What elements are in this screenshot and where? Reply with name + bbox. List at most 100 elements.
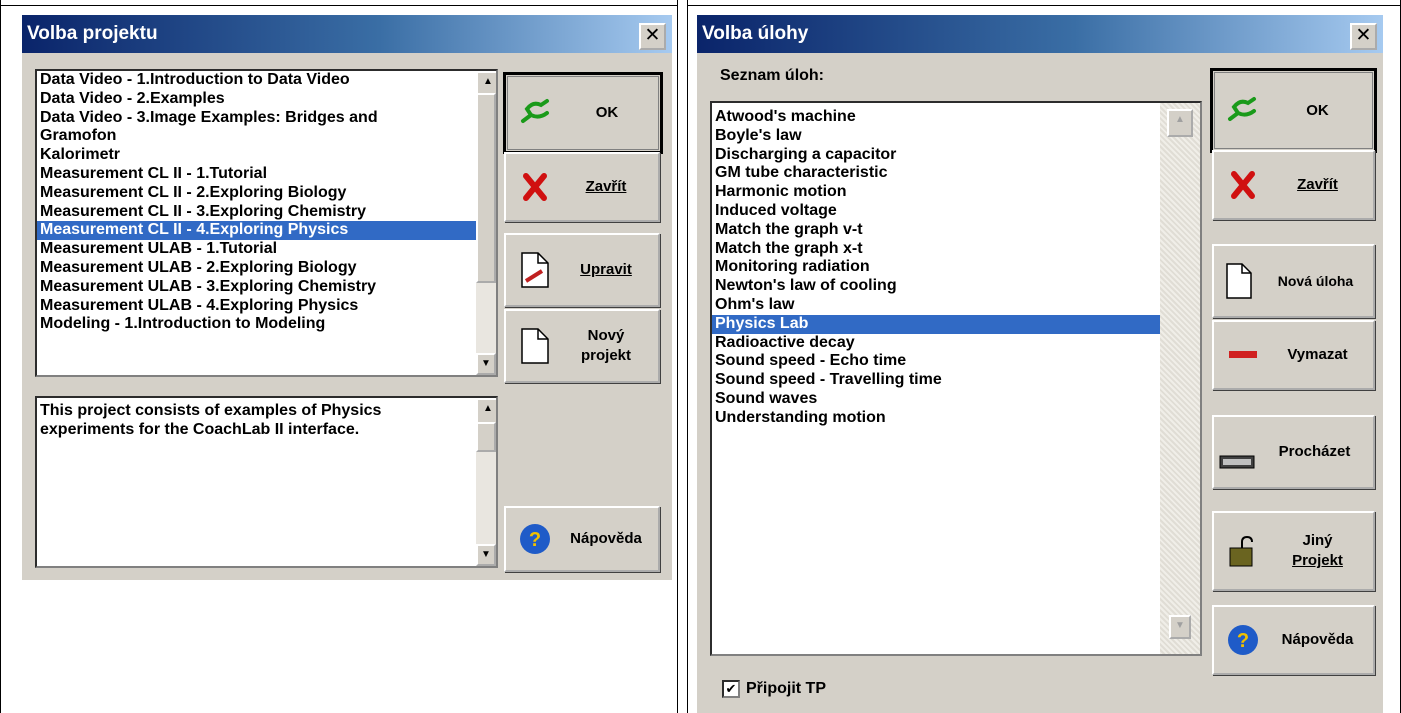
delete-label: Vymazat [1287, 346, 1348, 363]
new-project-label-line1: Nový [587, 327, 625, 344]
project-list-item[interactable]: Measurement ULAB - 1.Tutorial [37, 240, 476, 259]
task-list-item[interactable]: Sound speed - Travelling time [712, 371, 1160, 390]
delete-bar-icon [1224, 336, 1262, 374]
task-list-item[interactable]: Induced voltage [712, 202, 1160, 221]
project-description-box[interactable]: This project consists of examples of Phy… [35, 396, 498, 568]
scroll-thumb[interactable] [476, 422, 496, 452]
project-list-item[interactable]: Measurement CL II - 2.Exploring Biology [37, 184, 476, 203]
task-list-item[interactable]: Match the graph v-t [712, 221, 1160, 240]
project-list-item[interactable]: Data Video - 3.Image Examples: Bridges a… [37, 109, 476, 128]
help-question-icon: ? [516, 520, 554, 558]
ok-check-icon [516, 94, 554, 132]
scroll-down-arrow-icon[interactable]: ▼ [476, 353, 496, 375]
project-list[interactable]: Data Video - 1.Introduction to Data Vide… [35, 69, 498, 377]
ok-button[interactable]: OK [503, 72, 663, 154]
browse-label: Procházet [1278, 443, 1351, 460]
task-list-items: Atwood's machine Boyle's law Discharging a… [712, 108, 1160, 428]
task-list-item[interactable]: Match the graph x-t [712, 240, 1160, 259]
table-rule-top [0, 5, 678, 6]
task-dialog-titlebar: Volba úlohy [697, 15, 1383, 53]
open-lock-icon [1224, 532, 1262, 570]
task-list-item[interactable]: Discharging a capacitor [712, 146, 1160, 165]
new-task-label: Nová úloha [1277, 273, 1354, 289]
project-list-item[interactable]: Kalorimetr [37, 146, 476, 165]
description-blank-area [37, 490, 476, 566]
project-list-item[interactable]: Modeling - 1.Introduction to Modeling [37, 315, 476, 334]
task-list-item[interactable]: Boyle's law [712, 127, 1160, 146]
close-button[interactable]: Zavřít [504, 152, 660, 222]
close-label: Zavřít [1297, 176, 1338, 193]
other-project-button[interactable]: Jiný Projekt [1212, 511, 1375, 591]
connect-tp-checkbox-row[interactable]: ✔ Připojit TP [722, 680, 826, 698]
ok-label: OK [1306, 101, 1329, 119]
project-list-item[interactable]: Measurement ULAB - 4.Exploring Physics [37, 297, 476, 316]
svg-text:?: ? [1237, 630, 1249, 652]
close-button[interactable]: Zavřít [1212, 150, 1375, 220]
connect-tp-label: Připojit TP [746, 680, 826, 697]
project-list-item[interactable]: Gramofon [37, 127, 476, 146]
browse-device-icon [1218, 431, 1256, 473]
scroll-down-arrow-icon[interactable]: ▼ [476, 544, 496, 566]
task-list-item[interactable]: Sound waves [712, 390, 1160, 409]
task-list[interactable]: Atwood's machine Boyle's law Discharging a… [710, 101, 1202, 656]
edit-button[interactable]: Upravit [504, 233, 660, 307]
task-dialog: Volba úlohy ✕ Seznam úloh: Atwood's mach… [697, 15, 1383, 713]
task-list-item[interactable]: Harmonic motion [712, 183, 1160, 202]
close-x-icon [516, 168, 554, 206]
new-task-button[interactable]: Nová úloha [1212, 244, 1375, 318]
help-label: Nápověda [570, 530, 642, 547]
help-label: Nápověda [1281, 631, 1354, 648]
close-icon[interactable]: ✕ [1350, 23, 1377, 50]
new-project-button[interactable]: Nový projekt [504, 309, 660, 383]
project-list-item[interactable]: Measurement CL II - 1.Tutorial [37, 165, 476, 184]
project-list-item[interactable]: Data Video - 2.Examples [37, 90, 476, 109]
project-description: This project consists of examples of Phy… [40, 402, 382, 438]
other-project-label: Jiný Projekt [1262, 531, 1373, 571]
delete-button[interactable]: Vymazat [1212, 320, 1375, 390]
ok-button[interactable]: OK [1210, 68, 1377, 153]
new-project-label-line2: projekt [580, 347, 631, 364]
project-dialog-title: Volba projektu [27, 23, 158, 44]
project-dialog-titlebar: Volba projektu [22, 15, 672, 53]
task-list-item[interactable]: Ohm's law [712, 296, 1160, 315]
task-list-item[interactable]: Newton's law of cooling [712, 277, 1160, 296]
task-list-item[interactable]: Sound speed - Echo time [712, 352, 1160, 371]
task-list-item[interactable]: GM tube characteristic [712, 164, 1160, 183]
project-list-item[interactable]: Data Video - 1.Introduction to Data Vide… [37, 71, 476, 90]
close-label: Zavřít [585, 178, 627, 195]
project-list-scrollbar[interactable]: ▲ ▼ [476, 71, 496, 375]
task-list-item[interactable]: Understanding motion [712, 409, 1160, 428]
project-list-item[interactable]: Measurement CL II - 3.Exploring Chemistr… [37, 203, 476, 222]
description-scrollbar[interactable]: ▲ ▼ [476, 398, 496, 566]
task-list-label: Seznam úloh: [720, 67, 825, 84]
task-dialog-title: Volba úlohy [702, 23, 809, 44]
close-icon[interactable]: ✕ [639, 23, 666, 50]
task-list-item[interactable]: Physics Lab [712, 314, 1160, 334]
project-dialog: Volba projektu ✕ Data Video - 1.Introduc… [22, 15, 672, 580]
project-list-item[interactable]: Measurement ULAB - 3.Exploring Chemistry [37, 278, 476, 297]
project-list-item[interactable]: Measurement ULAB - 2.Exploring Biology [37, 259, 476, 278]
task-list-item[interactable]: Monitoring radiation [712, 258, 1160, 277]
help-button[interactable]: ? Nápověda [504, 506, 660, 572]
project-list-item[interactable]: Measurement CL II - 4.Exploring Physics [37, 221, 476, 241]
other-project-label-line2: Projekt [1292, 552, 1343, 569]
task-list-item[interactable]: Radioactive decay [712, 334, 1160, 353]
other-project-label-line1: Jiný [1302, 532, 1333, 549]
scroll-up-arrow-icon[interactable]: ▲ [1167, 109, 1193, 137]
checkbox-check-icon[interactable]: ✔ [722, 680, 740, 698]
task-list-scrollbar[interactable]: ▲ ▼ [1160, 103, 1200, 654]
scroll-up-arrow-icon[interactable]: ▲ [476, 398, 496, 424]
task-list-item[interactable]: Atwood's machine [712, 108, 1160, 127]
new-document-icon [1220, 262, 1258, 300]
browse-button[interactable]: Procházet [1212, 415, 1375, 489]
scroll-thumb[interactable] [476, 93, 496, 283]
close-x-icon [1224, 166, 1262, 204]
scroll-down-arrow-icon[interactable]: ▼ [1169, 615, 1191, 639]
ok-check-icon [1223, 92, 1261, 130]
edit-label: Upravit [580, 261, 632, 278]
help-button[interactable]: ? Nápověda [1212, 605, 1375, 675]
project-list-items: Data Video - 1.Introduction to Data Vide… [37, 71, 476, 334]
ok-label: OK [595, 104, 619, 121]
help-question-icon: ? [1224, 621, 1262, 659]
svg-text:?: ? [529, 529, 541, 551]
